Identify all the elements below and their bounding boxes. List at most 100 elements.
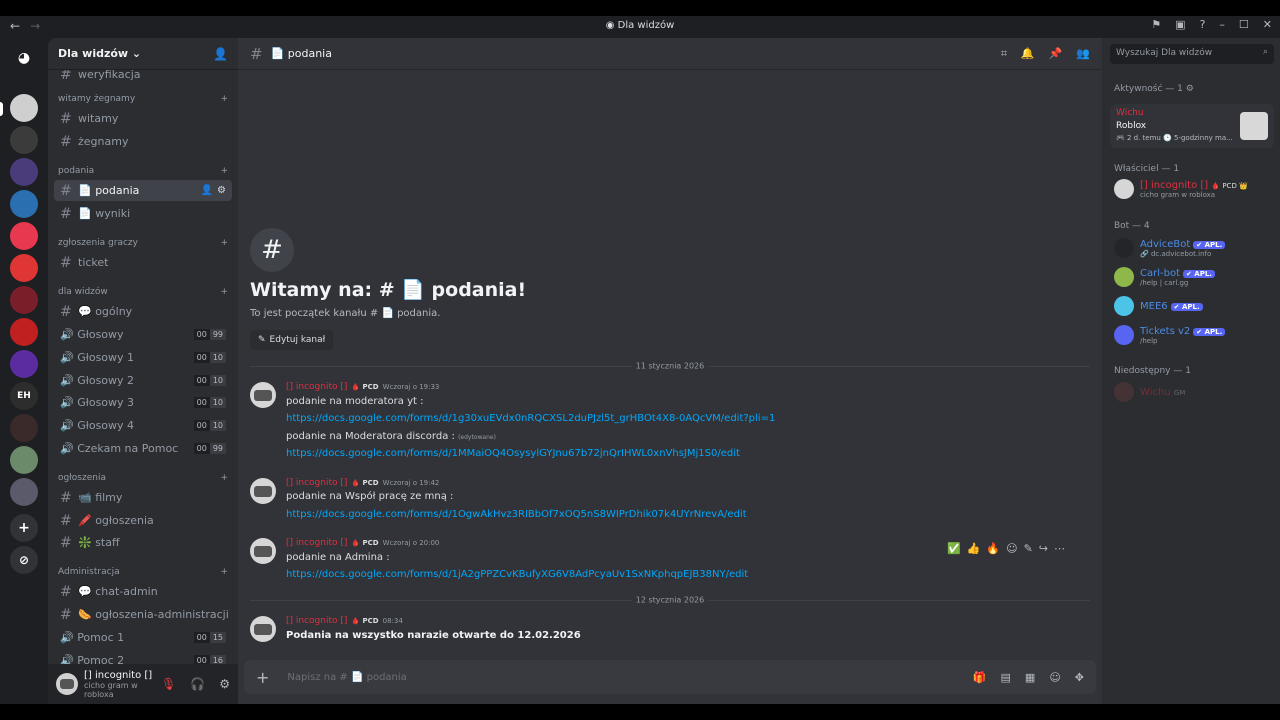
user-avatar[interactable] [56, 673, 78, 695]
upload-plus-icon[interactable]: + [256, 668, 269, 687]
channel-witamy[interactable]: # witamy [54, 108, 232, 129]
forward-icon[interactable]: ↪ [1039, 542, 1048, 555]
reaction-thumbsup-icon[interactable]: 👍 [967, 542, 981, 555]
member-tickets-v2[interactable]: Tickets v2 ✔ APL./help [1114, 324, 1272, 346]
more-options-icon[interactable]: ⋯ [1054, 542, 1065, 555]
server-icon-6[interactable] [10, 254, 38, 282]
maximize-icon[interactable]: ☐ [1239, 18, 1249, 31]
member-owner[interactable]: [] incognito [] 🩸 PCD 👑 cicho gram w rob… [1114, 178, 1272, 200]
member-offline[interactable]: Wichu GM [1114, 381, 1272, 403]
discord-home-icon[interactable]: ◕ [10, 44, 38, 72]
edit-pencil-icon[interactable]: ✎ [1024, 542, 1033, 555]
server-header[interactable]: Dla widzów ⌄ 👤 [48, 38, 238, 70]
server-icon-5[interactable] [10, 222, 38, 250]
voice-channel-glosowy-1[interactable]: 🔊 Głosowy 1 00 10 [54, 347, 232, 368]
add-server-icon[interactable]: + [10, 514, 38, 542]
channel-filmy[interactable]: # 📹 filmy [54, 487, 232, 508]
server-name[interactable]: Dla widzów ⌄ [58, 47, 141, 60]
voice-channel-glosowy-3[interactable]: 🔊 Głosowy 3 00 10 [54, 392, 232, 413]
voice-channel-pomoc-1[interactable]: 🔊 Pomoc 1 00 15 [54, 627, 232, 648]
member-carl-bot[interactable]: Carl-bot ✔ APL./help | carl.gg [1114, 266, 1272, 288]
server-icon-7[interactable] [10, 286, 38, 314]
help-icon[interactable]: ? [1200, 18, 1206, 31]
message-avatar[interactable] [250, 478, 276, 504]
server-icon-projekt-pingwin[interactable] [10, 126, 38, 154]
add-channel-icon[interactable]: + [220, 238, 228, 252]
invite-icon[interactable]: 👤 [201, 185, 213, 196]
add-channel-icon[interactable]: + [220, 473, 228, 487]
server-icon-8[interactable] [10, 318, 38, 346]
server-icon-12[interactable] [10, 446, 38, 474]
channel-staff[interactable]: # ❇️ staff [54, 532, 232, 553]
server-icon-fixu[interactable] [10, 350, 38, 378]
member-list-icon[interactable]: 👥 [1076, 47, 1090, 61]
category-witamy-zegnamy[interactable]: witamy żegnamy + [58, 94, 228, 108]
member-advicebot[interactable]: AdviceBot ✔ APL. 🔗 dc.advicebot.info [1114, 237, 1272, 259]
user-name[interactable]: [] incognito [] [84, 670, 161, 681]
voice-channel-glosowy-2[interactable]: 🔊 Głosowy 2 00 10 [54, 370, 232, 391]
message-link[interactable]: https://docs.google.com/forms/d/1OgwAkHv… [286, 509, 747, 520]
server-icon-11[interactable] [10, 414, 38, 442]
add-channel-icon[interactable]: + [220, 567, 228, 581]
reaction-check-icon[interactable]: ✅ [947, 542, 961, 555]
channel-ogolny[interactable]: # 💬 ogólny [54, 301, 232, 322]
add-channel-icon[interactable]: + [220, 94, 228, 108]
message-link[interactable]: https://docs.google.com/forms/d/1jA2gPPZ… [286, 569, 748, 580]
activity-card[interactable]: Wichu Roblox 🎮 2 d. temu 🕒 5-godzinny ma… [1110, 104, 1274, 148]
add-channel-icon[interactable]: + [220, 287, 228, 301]
user-settings-gear-icon[interactable]: ⚙ [219, 677, 230, 691]
discover-icon[interactable]: ⊘ [10, 546, 38, 574]
server-icon-13[interactable] [10, 478, 38, 506]
settings-gear-icon[interactable]: ⚙ [217, 185, 226, 196]
category-zgloszenia[interactable]: zgłoszenia graczy + [58, 238, 228, 252]
sticker-icon[interactable]: ▦ [1025, 671, 1035, 684]
mute-mic-icon[interactable]: 🎙 [161, 677, 176, 691]
message-link[interactable]: https://docs.google.com/forms/d/1MMaiOQ4… [286, 448, 740, 459]
channel-ogloszenia-administracji[interactable]: # 🌭 ogłoszenia-administracji [54, 604, 232, 625]
message-composer[interactable]: + Napisz na # 📄 podania 🎁 ▤ ▦ ☺ ✥ [244, 660, 1096, 694]
channel-ticket[interactable]: # ticket [54, 252, 232, 273]
channel-wyniki[interactable]: # 📄 wyniki [54, 203, 232, 224]
channel-zegnamy[interactable]: # żegnamy [54, 131, 232, 152]
message-input[interactable]: Napisz na # 📄 podania [287, 672, 406, 683]
category-dla-widzow[interactable]: dla widzów + [58, 287, 228, 301]
category-podania[interactable]: podania + [58, 166, 228, 180]
member-mee6[interactable]: MEE6 ✔ APL. [1114, 295, 1272, 317]
add-reaction-icon[interactable]: ☺ [1006, 542, 1017, 555]
message-author[interactable]: [] incognito [] [286, 382, 347, 392]
voice-channel-glosowy[interactable]: 🔊 Głosowy 00 99 [54, 324, 232, 345]
message-avatar[interactable] [250, 382, 276, 408]
message-avatar[interactable] [250, 538, 276, 564]
message-author[interactable]: [] incognito [] [286, 538, 347, 548]
notification-bell-icon[interactable]: 🔔 [1021, 47, 1035, 61]
close-icon[interactable]: ✕ [1263, 18, 1272, 31]
voice-channel-pomoc-2[interactable]: 🔊 Pomoc 2 00 16 [54, 650, 232, 664]
search-input[interactable]: Wyszukaj Dla widzów ⌕ [1110, 44, 1274, 64]
threads-icon[interactable]: ⌗ [1001, 47, 1007, 61]
inbox-flag-icon[interactable]: ⚑ [1151, 18, 1161, 31]
channel-chat-admin[interactable]: # 💬 chat-admin [54, 581, 232, 602]
add-member-icon[interactable]: 👤 [213, 47, 228, 61]
emoji-icon[interactable]: ☺ [1049, 671, 1060, 684]
category-ogloszenia[interactable]: ogłoszenia + [58, 473, 228, 487]
apps-icon[interactable]: ✥ [1075, 671, 1084, 684]
server-icon-dla-widzow[interactable] [10, 94, 38, 122]
deafen-headphones-icon[interactable]: 🎧 [190, 677, 205, 691]
category-administracja[interactable]: Administracja + [58, 567, 228, 581]
gif-icon[interactable]: ▤ [1001, 671, 1011, 684]
minimize-icon[interactable]: – [1219, 18, 1225, 31]
server-icon-4[interactable] [10, 190, 38, 218]
server-icon-eh[interactable]: EH [10, 382, 38, 410]
message-author[interactable]: [] incognito [] [286, 478, 347, 488]
channel-weryfikacja[interactable]: # weryfikacja [54, 70, 232, 85]
reaction-fire-icon[interactable]: 🔥 [986, 542, 1000, 555]
pin-icon[interactable]: 📌 [1049, 47, 1063, 61]
server-icon-3[interactable] [10, 158, 38, 186]
channel-podania[interactable]: # 📄 podania 👤 ⚙ [54, 180, 232, 201]
channel-ogloszenia[interactable]: # 🖍️ ogłoszenia [54, 510, 232, 531]
voice-channel-glosowy-4[interactable]: 🔊 Głosowy 4 00 10 [54, 415, 232, 436]
edit-channel-button[interactable]: ✎ Edytuj kanał [250, 330, 334, 350]
voice-channel-czekam-na-pomoc[interactable]: 🔊 Czekam na Pomoc 00 99 [54, 438, 232, 459]
gift-icon[interactable]: 🎁 [973, 671, 987, 684]
message-avatar[interactable] [250, 616, 276, 642]
